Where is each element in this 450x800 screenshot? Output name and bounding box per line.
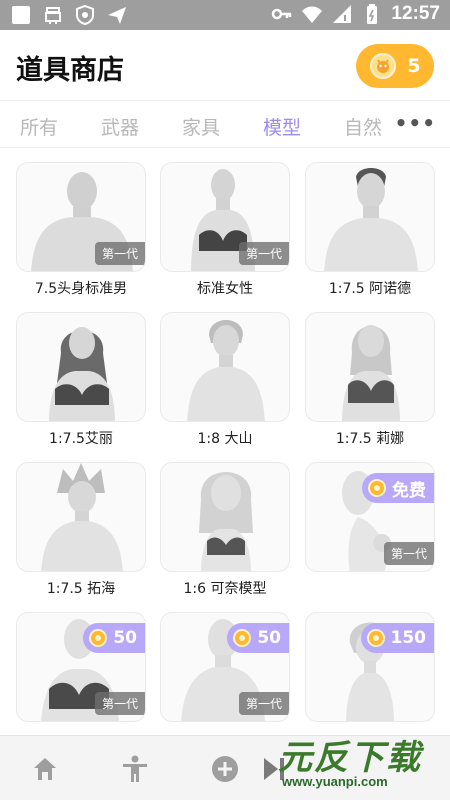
app-icon bbox=[12, 6, 30, 24]
takumi-model-figure bbox=[41, 463, 123, 571]
price-badge: 50 bbox=[83, 623, 145, 653]
item-card[interactable]: 50 第一代 bbox=[160, 612, 290, 722]
key-icon bbox=[272, 8, 292, 20]
item-card[interactable]: 第一代 bbox=[16, 162, 146, 272]
category-tabs: 所有 武器 家具 模型 自然 ••• bbox=[0, 100, 450, 148]
price-value: 免费 bbox=[392, 480, 426, 501]
dashan-model-figure bbox=[187, 320, 265, 421]
item-label: 1:8 大山 bbox=[197, 431, 253, 447]
status-time: 12:57 bbox=[391, 3, 440, 24]
item-card[interactable] bbox=[305, 162, 435, 272]
item-card[interactable] bbox=[305, 312, 435, 422]
coin-icon bbox=[89, 629, 108, 647]
coin-icon bbox=[233, 629, 252, 647]
tab-nature[interactable]: 自然 bbox=[344, 113, 382, 140]
item-card[interactable]: 免费 第一代 bbox=[305, 462, 435, 572]
pose-figure-icon[interactable] bbox=[120, 754, 150, 784]
item-label: 1:7.5 拓海 bbox=[46, 581, 116, 597]
item-card[interactable]: 150 bbox=[305, 612, 435, 722]
price-value: 150 bbox=[390, 628, 427, 648]
status-bar-right: 12:57 bbox=[271, 3, 440, 25]
arnold-model-figure bbox=[324, 168, 418, 271]
status-bar-left bbox=[10, 4, 128, 26]
coin-icon bbox=[370, 53, 397, 79]
item-card[interactable] bbox=[16, 312, 146, 422]
tab-models[interactable]: 模型 bbox=[263, 113, 301, 140]
lina-model-figure bbox=[342, 325, 400, 421]
status-bar: 12:57 bbox=[0, 0, 450, 30]
item-label: 1:7.5艾丽 bbox=[49, 431, 113, 447]
generation-badge: 第一代 bbox=[238, 692, 289, 715]
item-label: 1:6 可奈模型 bbox=[183, 581, 267, 597]
item-card[interactable] bbox=[160, 312, 290, 422]
add-icon[interactable] bbox=[210, 754, 240, 784]
signal-icon bbox=[333, 5, 352, 23]
watermark-title: 元反下载 bbox=[278, 738, 422, 778]
watermark-url: www.yuanpi.com bbox=[282, 774, 388, 789]
generation-badge: 第一代 bbox=[94, 692, 145, 715]
item-label: 1:7.5 阿诺德 bbox=[328, 281, 412, 297]
item-label: 7.5头身标准男 bbox=[34, 281, 128, 297]
coin-icon bbox=[366, 629, 385, 647]
tab-all[interactable]: 所有 bbox=[20, 113, 58, 140]
tab-furniture[interactable]: 家具 bbox=[182, 113, 220, 140]
send-icon bbox=[108, 7, 126, 24]
coin-count: 5 bbox=[407, 55, 421, 77]
item-label: 标准女性 bbox=[197, 281, 253, 297]
header: 道具商店 5 bbox=[0, 30, 450, 100]
shield-icon bbox=[76, 4, 94, 26]
battery-icon bbox=[367, 4, 378, 24]
generation-badge: 第一代 bbox=[383, 542, 434, 565]
ellie-model-figure bbox=[49, 327, 115, 421]
item-card[interactable] bbox=[16, 462, 146, 572]
site-watermark: 元反下载 www.yuanpi.com bbox=[256, 728, 450, 800]
home-icon[interactable] bbox=[30, 754, 60, 784]
coin-balance-button[interactable]: 5 bbox=[356, 44, 434, 88]
price-badge: 免费 bbox=[362, 473, 434, 503]
item-card[interactable]: 50 第一代 bbox=[16, 612, 146, 722]
price-badge: 50 bbox=[227, 623, 289, 653]
page-title: 道具商店 bbox=[16, 55, 124, 86]
wifi-icon bbox=[302, 6, 323, 23]
price-value: 50 bbox=[257, 628, 281, 648]
price-value: 50 bbox=[113, 628, 137, 648]
generation-badge: 第一代 bbox=[238, 242, 289, 265]
ghost-icon bbox=[45, 7, 61, 24]
item-card[interactable]: 第一代 bbox=[160, 162, 290, 272]
kanna-model-figure bbox=[199, 472, 253, 571]
coin-icon bbox=[368, 479, 386, 497]
more-tabs-button[interactable]: ••• bbox=[395, 111, 436, 135]
price-badge: 150 bbox=[360, 623, 434, 653]
item-card[interactable] bbox=[160, 462, 290, 572]
item-label: 1:7.5 莉娜 bbox=[335, 431, 405, 447]
tab-weapons[interactable]: 武器 bbox=[101, 113, 139, 140]
generation-badge: 第一代 bbox=[94, 242, 145, 265]
